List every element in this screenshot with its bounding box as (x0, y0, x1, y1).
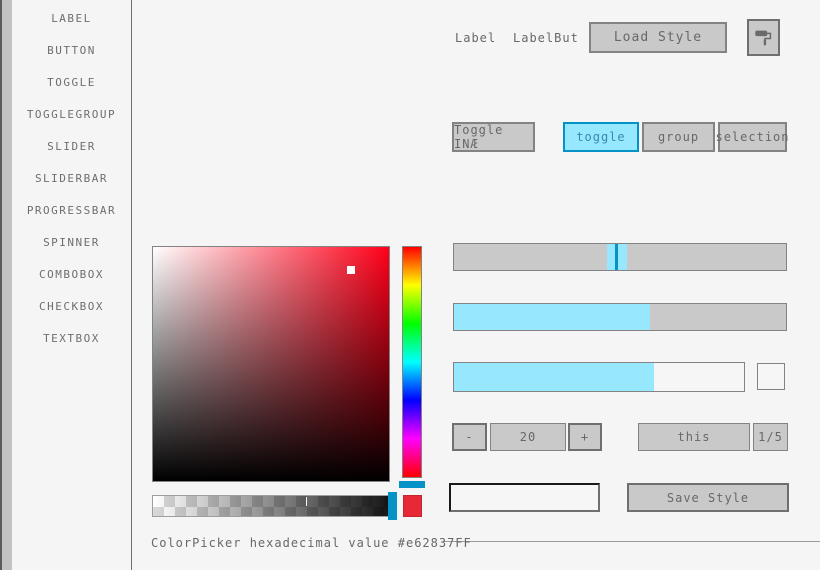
sidebar-item-label[interactable]: LABEL (12, 2, 131, 34)
hue-bar-handle[interactable] (399, 481, 425, 488)
sidebar-item-textbox[interactable]: TEXTBOX (12, 322, 131, 354)
sidebar-item-sliderbar[interactable]: SLIDERBAR (12, 162, 131, 194)
sidebar-item-button[interactable]: BUTTON (12, 34, 131, 66)
slider[interactable] (453, 243, 787, 271)
toggle-state-button[interactable]: Toggle INÆ (452, 122, 535, 152)
sidebar-item-combobox[interactable]: COMBOBOX (12, 258, 131, 290)
hue-bar[interactable] (402, 246, 422, 478)
togglegroup-option-toggle[interactable]: toggle (563, 122, 639, 152)
colorpicker-hex-label: ColorPicker hexadecimal value #e62837FF (151, 536, 472, 550)
demo-label-button[interactable]: LabelButton (513, 31, 577, 45)
demo-label: Label (455, 31, 496, 45)
alpha-bar[interactable] (152, 495, 392, 517)
sliderbar[interactable] (453, 303, 787, 331)
checkbox[interactable] (757, 363, 785, 390)
colorpicker-sv-panel[interactable] (152, 246, 390, 482)
spinner-decrement-button[interactable]: - (452, 423, 487, 451)
sidebar-item-toggle[interactable]: TOGGLE (12, 66, 131, 98)
spinner-increment-button[interactable]: + (568, 423, 602, 451)
sidebar-scrollbar[interactable] (0, 0, 12, 570)
colorpicker-cursor[interactable] (347, 266, 355, 274)
paint-roller-icon (753, 27, 775, 49)
sidebar-item-togglegroup[interactable]: TOGGLEGROUP (12, 98, 131, 130)
spinner-value[interactable]: 20 (490, 423, 566, 451)
app-window: LABEL BUTTON TOGGLE TOGGLEGROUP SLIDER S… (0, 0, 820, 570)
paint-style-button[interactable] (747, 19, 780, 56)
sidebar-item-progressbar[interactable]: PROGRESSBAR (12, 194, 131, 226)
togglegroup-option-group[interactable]: group (642, 122, 715, 152)
load-style-button[interactable]: Load Style (589, 22, 727, 53)
alpha-bar-handle[interactable] (388, 492, 397, 520)
textbox-input[interactable] (449, 483, 600, 512)
slider-handle[interactable] (607, 244, 627, 270)
sidebar: LABEL BUTTON TOGGLE TOGGLEGROUP SLIDER S… (12, 0, 132, 570)
divider-line (443, 541, 820, 542)
sidebar-item-spinner[interactable]: SPINNER (12, 226, 131, 258)
progressbar (453, 362, 745, 392)
sidebar-item-slider[interactable]: SLIDER (12, 130, 131, 162)
sliderbar-fill (454, 304, 650, 330)
save-style-button[interactable]: Save Style (627, 483, 789, 512)
sidebar-item-checkbox[interactable]: CHECKBOX (12, 290, 131, 322)
combobox-counter[interactable]: 1/5 (753, 423, 788, 451)
alpha-bar-center-tick (306, 497, 307, 506)
progressbar-fill (454, 363, 654, 391)
togglegroup-option-selection[interactable]: selection (718, 122, 787, 152)
selected-color-swatch (403, 495, 422, 517)
combobox[interactable]: this (638, 423, 750, 451)
